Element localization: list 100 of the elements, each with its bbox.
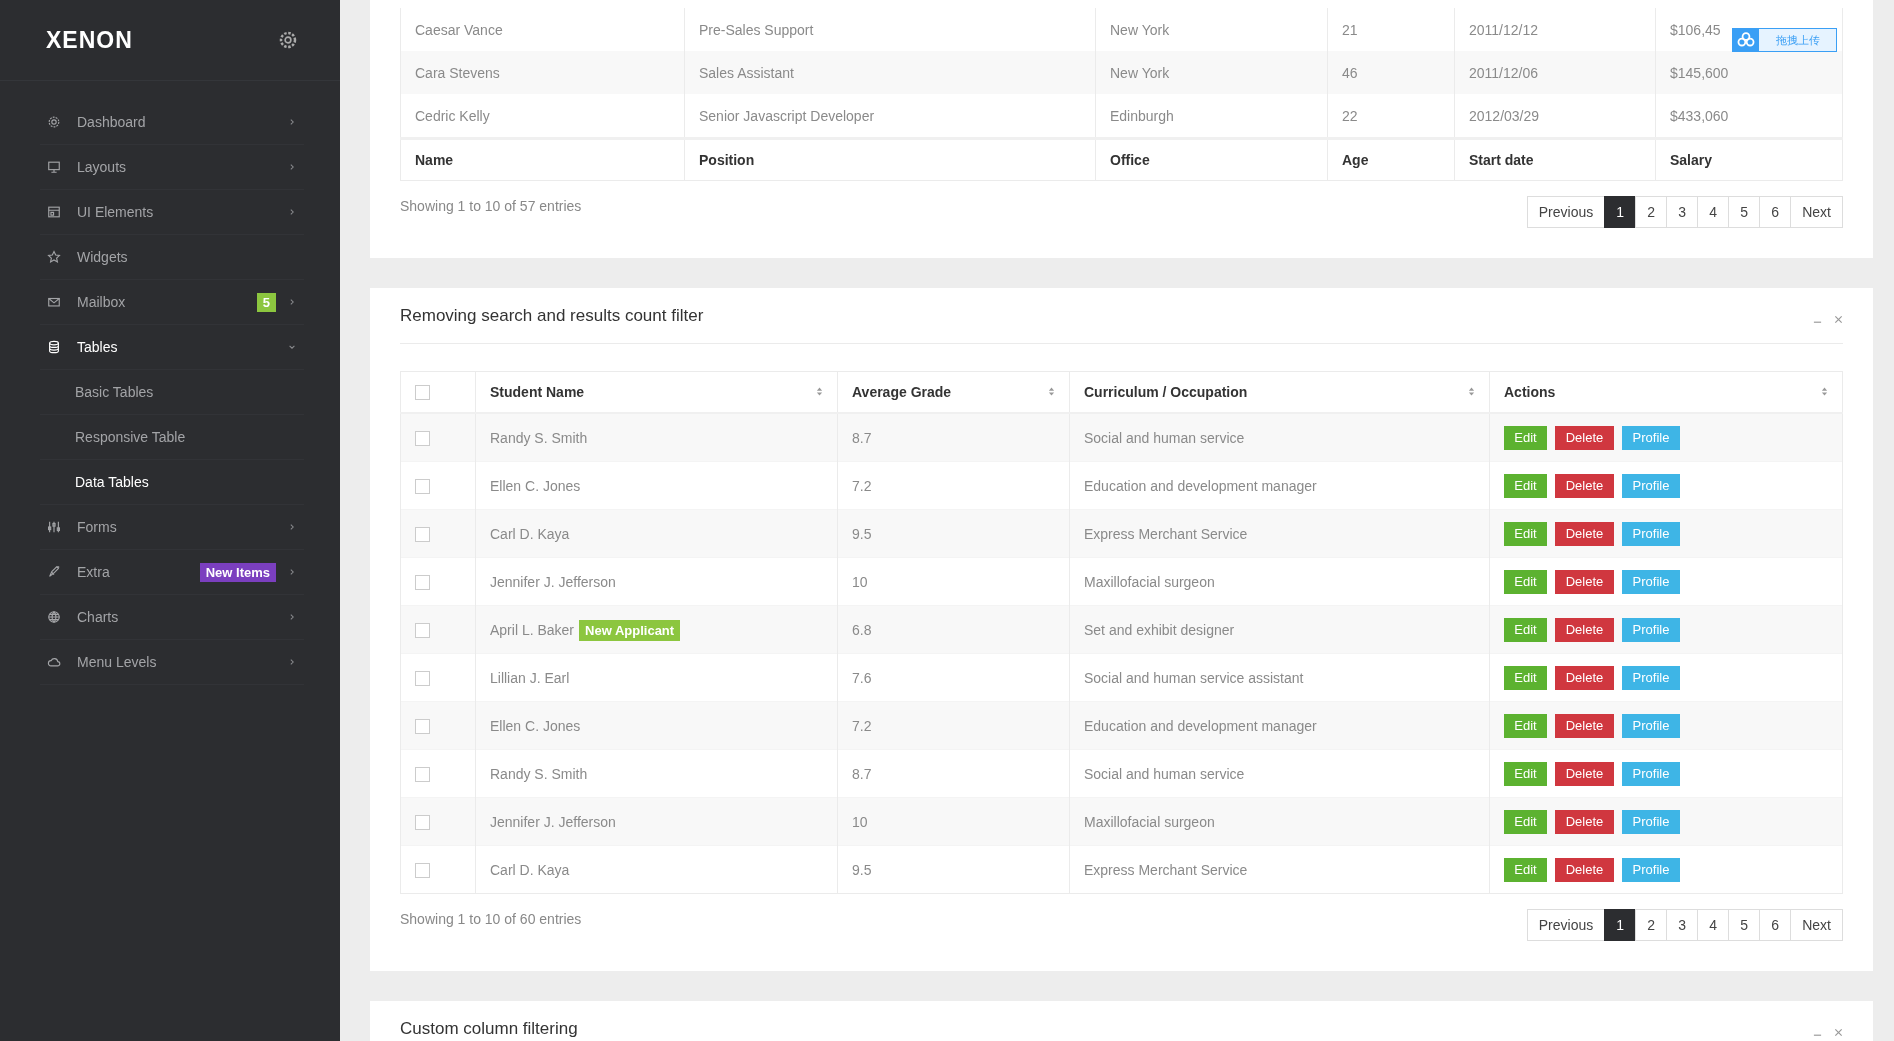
delete-button[interactable]: Delete (1555, 569, 1614, 594)
card-title: Custom column filtering (400, 1018, 578, 1039)
entries-info: Showing 1 to 10 of 57 entries (400, 197, 582, 214)
delete-button[interactable]: Delete (1555, 713, 1614, 738)
table-cell: 22 (1327, 94, 1455, 139)
checkbox[interactable] (415, 478, 430, 494)
menu-item[interactable]: Tables (40, 325, 304, 370)
pagination-button[interactable]: 3 (1666, 909, 1699, 941)
table-cell: 2011/12/06 (1454, 51, 1656, 94)
globe-icon (47, 610, 61, 624)
pagination-button[interactable]: 1 (1604, 196, 1637, 228)
column-header[interactable]: Start date (1454, 138, 1656, 181)
pagination-button[interactable]: 6 (1759, 909, 1792, 941)
card-title: Removing search and results count filter (400, 305, 704, 326)
table-cell: Express Merchant Service (1069, 845, 1490, 894)
table-cell: Carl D. Kaya (475, 509, 838, 558)
pagination-button[interactable]: 5 (1728, 196, 1761, 228)
table-cell: Social and human service (1069, 413, 1490, 462)
checkbox[interactable] (415, 670, 430, 686)
table-cell: 8.7 (837, 413, 1070, 462)
delete-button[interactable]: Delete (1555, 665, 1614, 690)
gear-icon (47, 115, 61, 129)
column-header[interactable]: Position (684, 138, 1096, 181)
column-header[interactable]: Age (1327, 138, 1455, 181)
menu-item[interactable]: Dashboard (40, 100, 304, 145)
pagination-button[interactable]: Previous (1526, 196, 1606, 228)
table-cell: Ellen C. Jones (475, 701, 838, 750)
pagination-button[interactable]: 3 (1666, 196, 1699, 228)
pagination-button[interactable]: 2 (1635, 196, 1668, 228)
table-cell: $145,600 (1655, 51, 1843, 94)
column-header[interactable]: Office (1095, 138, 1328, 181)
delete-button[interactable]: Delete (1555, 473, 1614, 498)
table-cell: 2012/03/29 (1454, 94, 1656, 139)
menu-item[interactable]: Menu Levels (40, 640, 304, 685)
close-icon[interactable] (1834, 1028, 1843, 1037)
badge: 5 (256, 292, 276, 312)
table-cell: 10 (837, 797, 1070, 846)
checkbox[interactable] (415, 385, 430, 401)
table-cell: 7.2 (837, 701, 1070, 750)
settings-icon (278, 30, 298, 50)
checkbox[interactable] (415, 430, 430, 446)
menu-item[interactable]: Forms (40, 505, 304, 550)
envelope-icon (47, 295, 61, 309)
checkbox[interactable] (415, 814, 430, 830)
submenu-item[interactable]: Responsive Table (40, 415, 304, 460)
delete-button[interactable]: Delete (1555, 617, 1614, 642)
pagination-button[interactable]: 5 (1728, 909, 1761, 941)
delete-button[interactable]: Delete (1555, 425, 1614, 450)
student-name: April L. Baker (490, 621, 575, 638)
pagination-button[interactable]: Next (1790, 909, 1843, 941)
sliders-icon (47, 520, 61, 534)
column-header[interactable]: Salary (1655, 138, 1843, 181)
table-cell: Education and development manager (1069, 701, 1490, 750)
checkbox[interactable] (415, 574, 430, 590)
table-cell: Edinburgh (1095, 94, 1328, 139)
logo[interactable]: XENON (46, 26, 133, 54)
menu-item[interactable]: Layouts (40, 145, 304, 190)
badge: New Items (199, 562, 276, 582)
table-cell: Set and exhibit designer (1069, 605, 1490, 654)
pagination-button[interactable]: 1 (1604, 909, 1637, 941)
table-cell: Cedric Kelly (400, 94, 685, 139)
pagination-button[interactable]: 6 (1759, 196, 1792, 228)
close-icon[interactable] (1834, 315, 1843, 324)
checkbox[interactable] (415, 766, 430, 782)
delete-button[interactable]: Delete (1555, 809, 1614, 834)
table-cell: Express Merchant Service (1069, 509, 1490, 558)
pagination-button[interactable]: 2 (1635, 909, 1668, 941)
submenu-item[interactable]: Basic Tables (40, 370, 304, 415)
pagination-button[interactable]: 4 (1697, 196, 1730, 228)
sort-icon (1468, 386, 1475, 397)
checkbox[interactable] (415, 718, 430, 734)
star-icon (47, 250, 61, 264)
sort-icon (816, 386, 823, 397)
menu-item[interactable]: Charts (40, 595, 304, 640)
database-icon (47, 340, 61, 354)
submenu-item[interactable]: Data Tables (40, 460, 304, 505)
table-cell: 9.5 (837, 509, 1070, 558)
table-cell: Cara Stevens (400, 51, 685, 94)
table-cell: 9.5 (837, 845, 1070, 894)
entries-info: Showing 1 to 10 of 60 entries (400, 910, 582, 927)
menu-item[interactable]: UI Elements (40, 190, 304, 235)
menu-item[interactable]: Widgets (40, 235, 304, 280)
window-icon (47, 205, 61, 219)
table-cell: Carl D. Kaya (475, 845, 838, 894)
pagination-button[interactable]: Next (1790, 196, 1843, 228)
tag: New Applicant (579, 619, 681, 641)
pagination-button[interactable]: Previous (1526, 909, 1606, 941)
table-cell: $433,060 (1655, 94, 1843, 139)
delete-button[interactable]: Delete (1555, 857, 1614, 882)
delete-button[interactable]: Delete (1555, 521, 1614, 546)
table-cell: Jennifer J. Jefferson (475, 797, 838, 846)
menu-item[interactable]: Extra New Items (40, 550, 304, 595)
pagination-button[interactable]: 4 (1697, 909, 1730, 941)
checkbox[interactable] (415, 622, 430, 638)
table-cell: 6.8 (837, 605, 1070, 654)
menu-item[interactable]: Mailbox 5 (40, 280, 304, 325)
delete-button[interactable]: Delete (1555, 761, 1614, 786)
column-header[interactable]: Name (400, 138, 685, 181)
checkbox[interactable] (415, 862, 430, 878)
checkbox[interactable] (415, 526, 430, 542)
